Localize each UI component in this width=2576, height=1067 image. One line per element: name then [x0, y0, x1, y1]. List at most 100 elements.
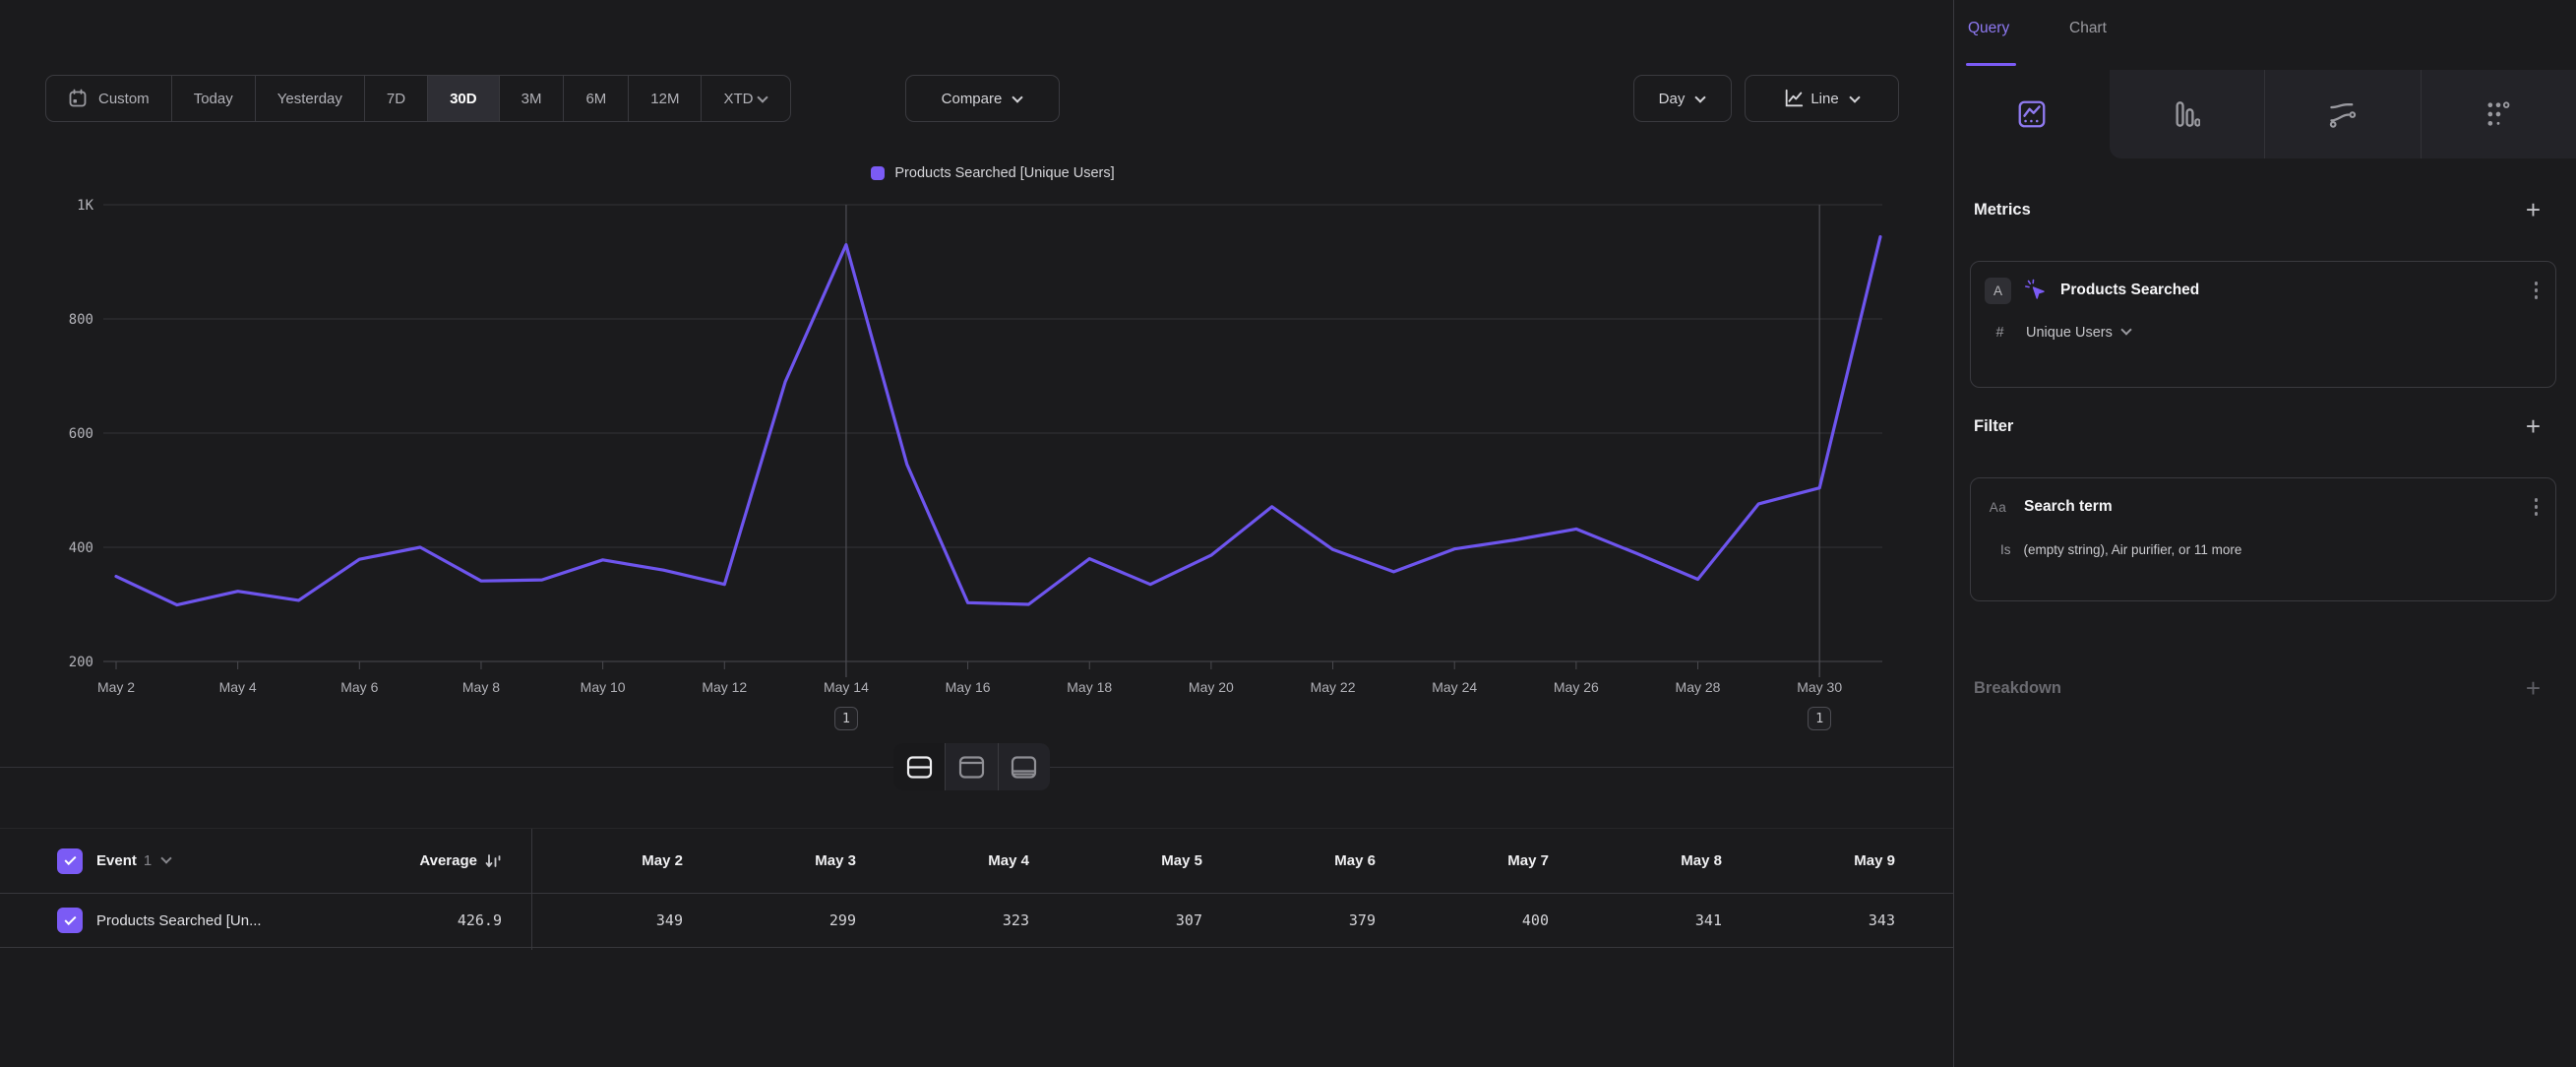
x-axis-label: May 30: [1797, 679, 1842, 695]
annotation-badge[interactable]: 1: [834, 707, 858, 730]
y-axis-label: 600: [69, 426, 93, 442]
granularity-button[interactable]: Day: [1633, 75, 1732, 122]
x-axis-label: May 2: [97, 679, 135, 695]
date-range-today[interactable]: Today: [172, 76, 256, 121]
flows-icon: [2328, 100, 2358, 128]
sort-descending-icon[interactable]: [485, 853, 502, 869]
average-column-header[interactable]: Average: [419, 852, 477, 869]
line-chart[interactable]: 2004006008001KMay 2May 4May 6May 8May 10…: [0, 138, 1953, 768]
row-event-name[interactable]: Products Searched [Un...: [96, 912, 262, 929]
annotation-badge[interactable]: 1: [1808, 707, 1831, 730]
date-range-30d[interactable]: 30D: [428, 76, 500, 121]
table-cell-value: 341: [1570, 911, 1744, 929]
active-tab-underline: [1966, 63, 2016, 66]
select-all-checkbox[interactable]: [57, 848, 83, 874]
breakdown-heading: Breakdown: [1974, 679, 2061, 698]
date-range-3m[interactable]: 3M: [500, 76, 565, 121]
line-chart-icon: [1783, 88, 1805, 109]
x-axis-label: May 4: [219, 679, 257, 695]
aggregation-type-icon: #: [1987, 325, 2013, 341]
filter-property-name[interactable]: Search term: [2024, 498, 2518, 516]
series-line[interactable]: [116, 237, 1880, 605]
filter-card[interactable]: Aa Search term Is (empty string), Air pu…: [1970, 477, 2556, 601]
vis-tab-insights[interactable]: [1954, 70, 2110, 158]
filter-value[interactable]: (empty string), Air purifier, or 11 more: [2024, 542, 2242, 557]
x-axis-label: May 8: [462, 679, 500, 695]
y-axis-label: 800: [69, 312, 93, 328]
event-cursor-icon: [2024, 279, 2048, 302]
date-range-12m[interactable]: 12M: [629, 76, 702, 121]
aggregation-select[interactable]: Unique Users: [2026, 324, 2132, 342]
chevron-down-icon: [1695, 92, 1706, 102]
filter-menu-button[interactable]: [2531, 494, 2543, 520]
vis-tab-retention[interactable]: [2422, 70, 2576, 158]
y-axis-label: 1K: [77, 198, 93, 214]
event-header-label: Event: [96, 852, 137, 869]
vis-tab-funnels[interactable]: [2110, 70, 2266, 158]
chevron-down-icon: [1012, 92, 1023, 102]
metric-card[interactable]: A Products Searched # Unique Users: [1970, 261, 2556, 388]
x-axis-label: May 26: [1554, 679, 1599, 695]
table-column-header[interactable]: May 3: [705, 852, 878, 869]
check-icon: [64, 853, 76, 865]
chevron-down-icon: [1849, 92, 1860, 102]
chart-legend[interactable]: Products Searched [Unique Users]: [103, 165, 1882, 181]
table-column-header[interactable]: May 5: [1051, 852, 1224, 869]
x-axis-label: May 24: [1432, 679, 1477, 695]
layout-split-view-button[interactable]: [893, 743, 946, 790]
table-column-header[interactable]: May 4: [878, 852, 1051, 869]
row-average-value: 426.9: [458, 911, 502, 929]
date-range-custom[interactable]: Custom: [46, 76, 172, 121]
event-column-header[interactable]: Event1: [96, 852, 172, 870]
chart-type-label: Line: [1810, 91, 1838, 107]
layout-toggle-group: [893, 743, 1050, 790]
chart-type-button[interactable]: Line: [1745, 75, 1899, 122]
string-type-icon: Aa: [1985, 500, 2011, 515]
layout-chart-only-button[interactable]: [946, 743, 998, 790]
tab-query[interactable]: Query: [1968, 20, 2009, 37]
x-axis-label: May 22: [1311, 679, 1356, 695]
metrics-heading: Metrics: [1974, 201, 2031, 220]
date-range-xtd[interactable]: XTD: [702, 76, 790, 121]
metric-letter-badge: A: [1985, 278, 2011, 304]
x-axis-label: May 12: [702, 679, 747, 695]
vis-tab-flows[interactable]: [2265, 70, 2422, 158]
legend-swatch: [871, 166, 885, 180]
filter-operator[interactable]: Is: [2000, 542, 2011, 557]
date-range-yesterday[interactable]: Yesterday: [256, 76, 365, 121]
layout-table-only-button[interactable]: [999, 743, 1050, 790]
x-axis-label: May 28: [1676, 679, 1721, 695]
table-row[interactable]: Products Searched [Un... 426.9 349299323…: [0, 894, 1953, 948]
metric-menu-button[interactable]: [2531, 278, 2543, 303]
visualization-tabs: [1954, 70, 2576, 158]
add-metric-button[interactable]: +: [2526, 197, 2541, 222]
add-breakdown-button[interactable]: +: [2526, 675, 2541, 701]
chart-area: Products Searched [Unique Users] 2004006…: [0, 138, 1953, 768]
table-header-row: Event1 Average May 2May 3May 4May 5May 6…: [0, 828, 1953, 894]
metric-name[interactable]: Products Searched: [2060, 282, 2518, 299]
table-column-header[interactable]: May 9: [1744, 852, 1917, 869]
table-column-header[interactable]: May 6: [1224, 852, 1397, 869]
date-range-6m[interactable]: 6M: [564, 76, 629, 121]
tab-chart[interactable]: Chart: [2069, 20, 2107, 37]
date-range-segmented-control: CustomTodayYesterday7D30D3M6M12MXTD: [45, 75, 791, 122]
table-column-header[interactable]: May 7: [1397, 852, 1570, 869]
x-axis-label: May 6: [340, 679, 378, 695]
table-cell-value: 349: [531, 911, 705, 929]
breakdown-section-header: Breakdown +: [1974, 675, 2541, 701]
date-range-7d[interactable]: 7D: [365, 76, 428, 121]
chevron-down-icon: [2121, 324, 2132, 335]
row-checkbox[interactable]: [57, 908, 83, 933]
query-sidebar: Query Chart: [1954, 0, 2576, 1067]
funnels-bars-icon: [2173, 100, 2200, 128]
table-column-header[interactable]: May 2: [531, 852, 705, 869]
chart-only-icon: [958, 756, 985, 779]
add-filter-button[interactable]: +: [2526, 413, 2541, 439]
metrics-section-header: Metrics +: [1974, 197, 2541, 222]
compare-button[interactable]: Compare: [905, 75, 1060, 122]
table-column-header[interactable]: May 8: [1570, 852, 1744, 869]
retention-grid-icon: [2484, 100, 2512, 128]
table-cell-value: 299: [705, 911, 878, 929]
aggregation-label: Unique Users: [2026, 325, 2113, 341]
granularity-label: Day: [1659, 91, 1686, 107]
